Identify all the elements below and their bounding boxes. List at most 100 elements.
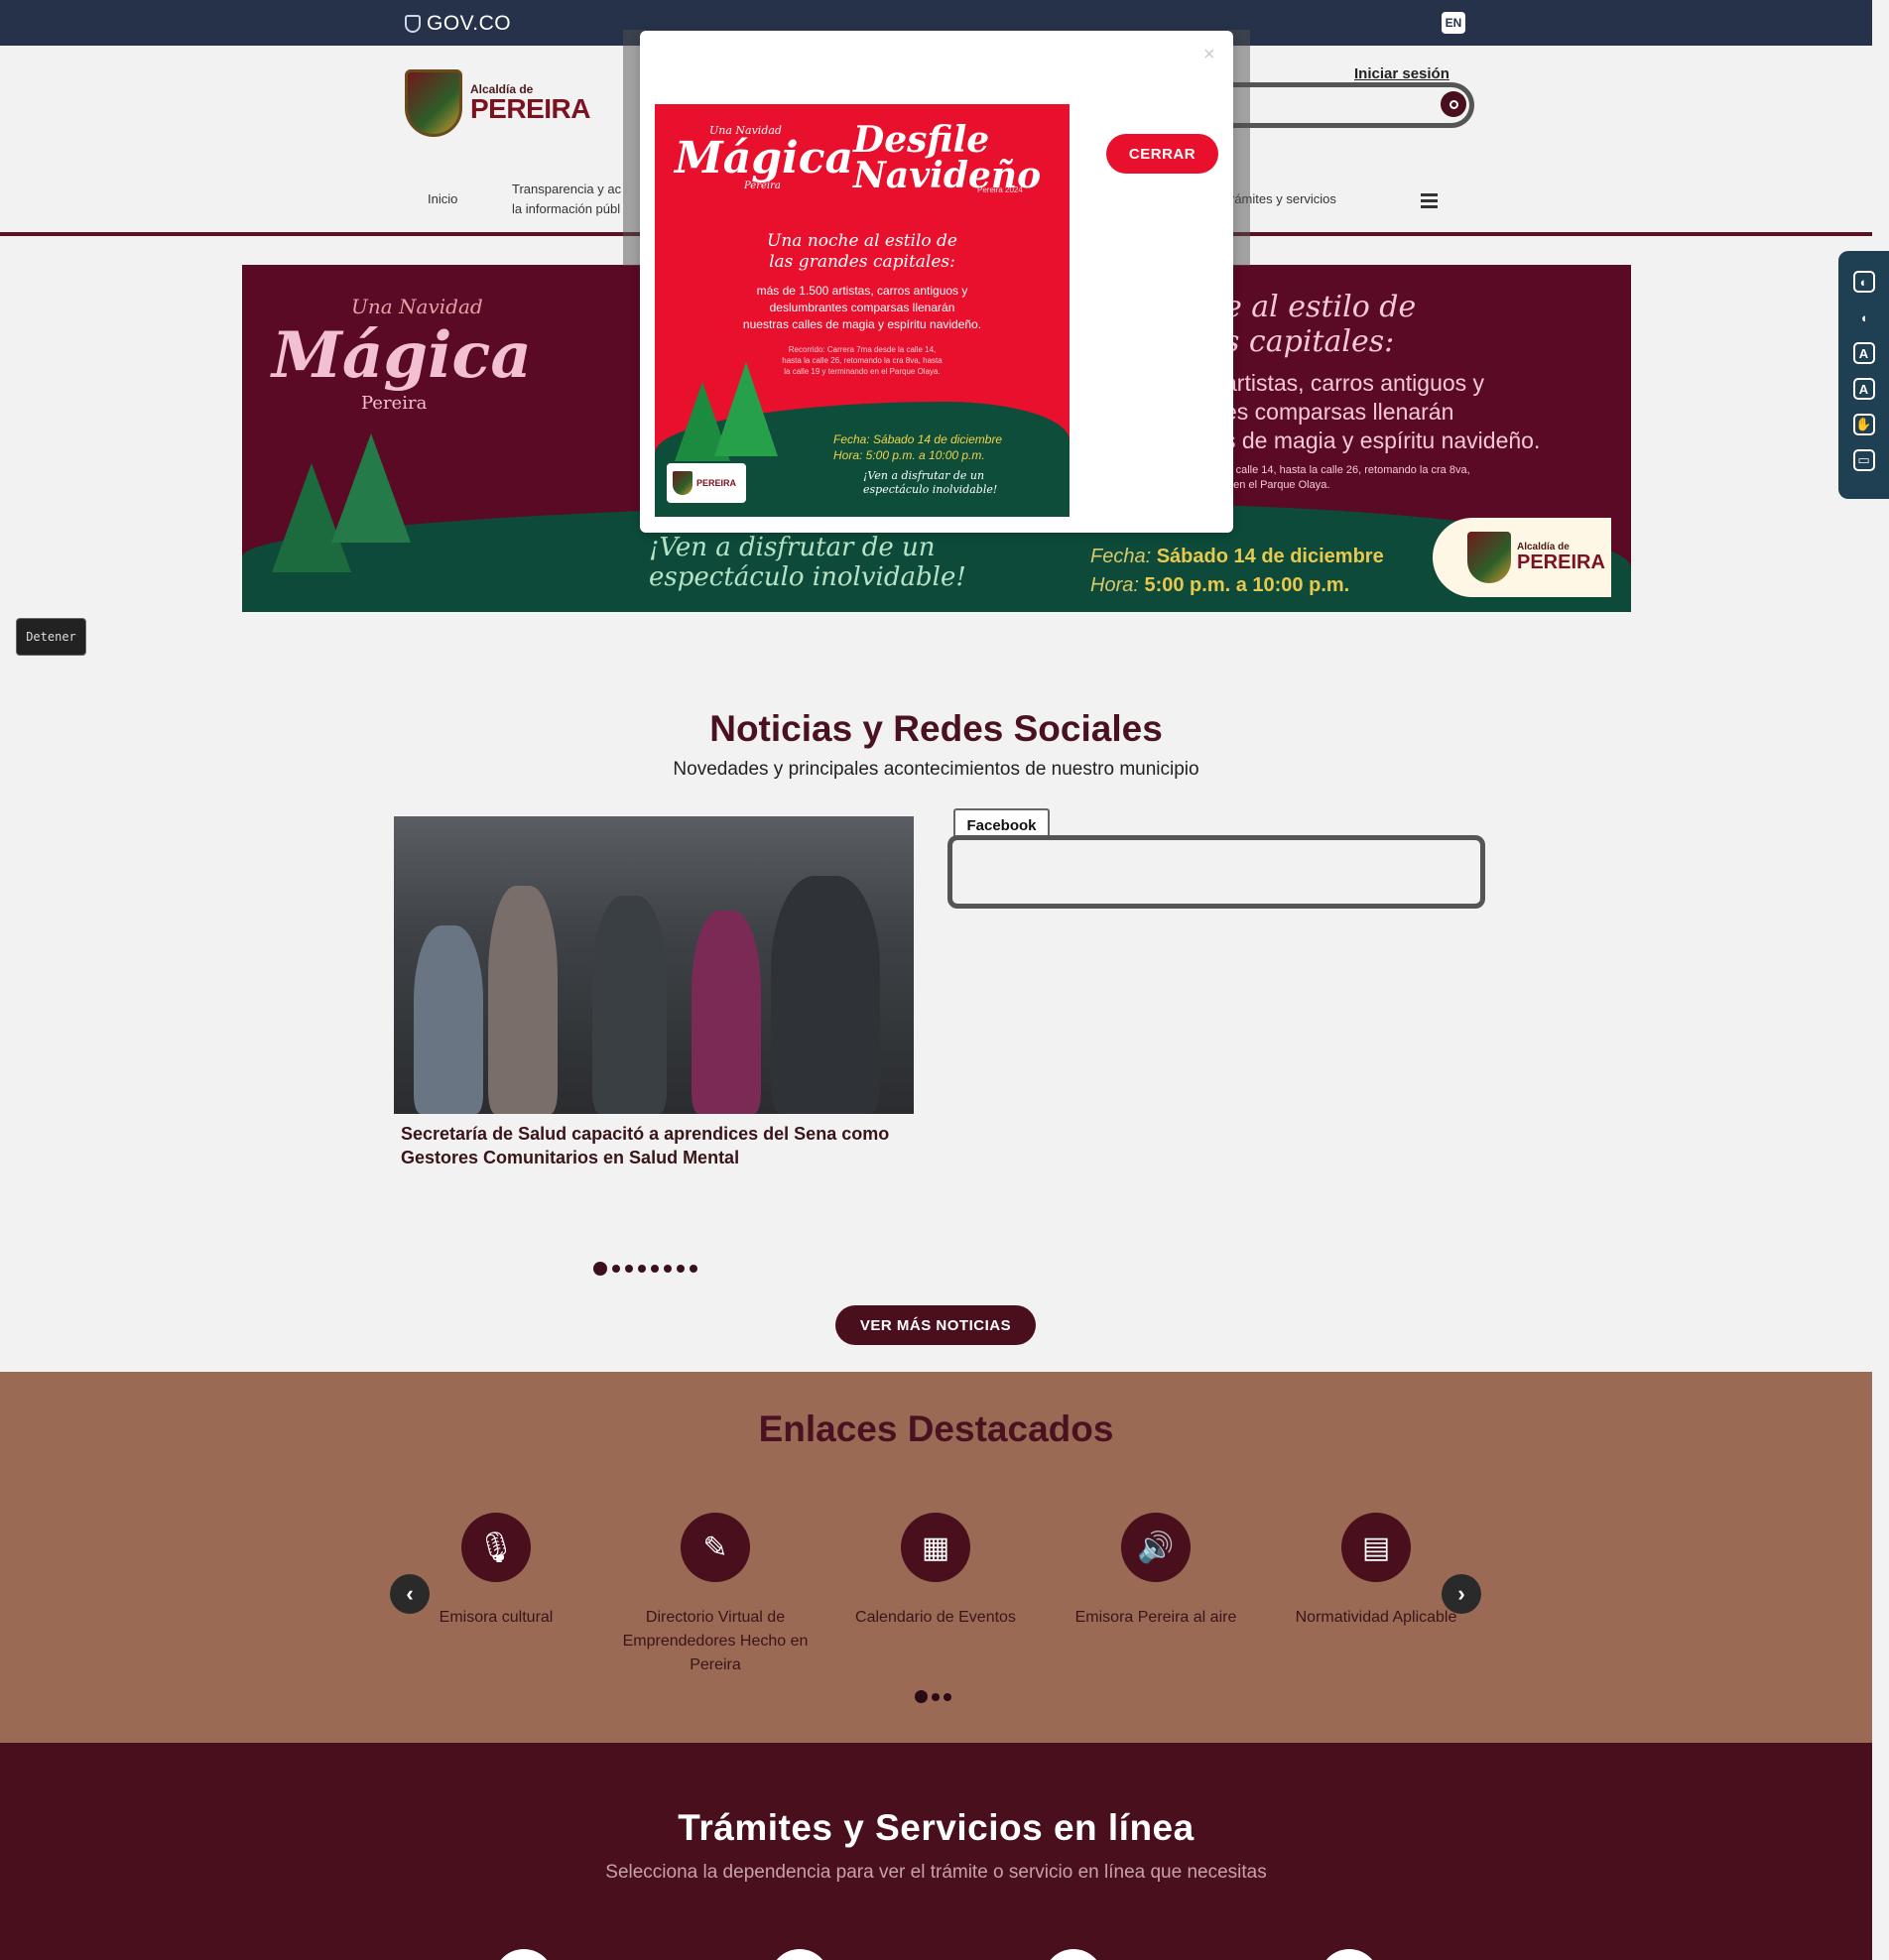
news-caption-link[interactable]: Secretaría de Salud capacitó a aprendice… — [401, 1122, 917, 1169]
banner-fecha: Fecha: Sábado 14 de diciembre Hora: 5:00… — [1090, 543, 1384, 600]
tramites-section — [0, 1743, 1872, 1960]
facebook-feed-box — [947, 835, 1485, 909]
banner-magica-bottom: Pereira — [361, 393, 428, 414]
nav-item-transparencia-line1: Transparencia y ac — [512, 182, 622, 196]
modal-close-icon[interactable]: × — [1203, 44, 1215, 66]
enlace-label: Emisora cultural — [439, 1609, 554, 1626]
carousel-dot[interactable] — [664, 1265, 672, 1273]
calendar-icon: ▦ — [901, 1513, 970, 1582]
microphone-icon: 🎙 — [461, 1513, 531, 1582]
banner-body: artistas, carros antiguos y es comparsas… — [1224, 369, 1540, 455]
enlace-emisora-pereira[interactable]: 🔊 Emisora Pereira al aire — [1057, 1513, 1255, 1630]
pereira-emblem-icon — [1467, 532, 1511, 583]
poster-body-2: deslumbrantes comparsas llenarán — [769, 301, 955, 314]
carousel-dot[interactable] — [944, 1692, 951, 1701]
poster-ven-2: espectáculo inolvidable! — [863, 483, 998, 496]
sign-language-icon[interactable]: ✋ — [1852, 414, 1875, 435]
poster-ven: ¡Ven a disfrutar de un espectáculo inolv… — [863, 469, 997, 497]
news-image[interactable] — [394, 816, 914, 1114]
carousel-dot[interactable] — [625, 1265, 633, 1273]
search-icon — [1448, 99, 1458, 109]
carousel-dot-active[interactable] — [915, 1690, 928, 1703]
poster-noche-1: Una noche al estilo de — [767, 231, 957, 251]
carousel-dot[interactable] — [638, 1265, 646, 1273]
carousel-dot[interactable] — [677, 1265, 685, 1273]
language-toggle-button[interactable]: EN — [1442, 12, 1465, 34]
enlace-label: Normatividad Aplicable — [1295, 1609, 1457, 1626]
poster-noche-2: las grandes capitales: — [769, 252, 955, 272]
poster-desfile: Desfile — [853, 119, 990, 161]
carousel-next-arrow-icon[interactable]: › — [1442, 1574, 1481, 1614]
dark-mode-icon[interactable]: ◖ — [1853, 306, 1875, 328]
stop-carousel-button[interactable]: Detener — [16, 618, 86, 656]
poster-sub: Pereira 2024 — [977, 185, 1023, 194]
volume-icon: 🔊 — [1121, 1513, 1191, 1582]
pereira-emblem-icon — [673, 471, 693, 495]
banner-headline-1: e al estilo de — [1224, 290, 1417, 324]
carousel-dot-active[interactable] — [593, 1262, 607, 1276]
gov-co-link[interactable]: GOV.CO — [405, 12, 511, 36]
carousel-dot[interactable] — [651, 1265, 659, 1273]
enlace-normatividad[interactable]: ▤ Normatividad Aplicable — [1277, 1513, 1475, 1630]
search-button[interactable] — [1441, 91, 1466, 117]
gov-co-label: GOV.CO — [427, 12, 512, 35]
carousel-dot[interactable] — [932, 1692, 940, 1701]
pereira-emblem-icon — [405, 69, 462, 137]
banner-route-1: la calle 14, hasta la calle 26, retomand… — [1224, 464, 1470, 476]
banner-hora-value: 5:00 p.m. a 10:00 p.m. — [1144, 574, 1350, 596]
contrast-icon[interactable]: ◐ — [1852, 271, 1875, 293]
poster-desfile-title: Desfile Navideño — [853, 122, 1041, 193]
poster-fecha-line: Fecha: Sábado 14 de diciembre — [833, 432, 1003, 446]
person-figure — [414, 925, 483, 1114]
news-section-subtitle: Novedades y principales acontecimientos … — [673, 759, 1199, 780]
nav-item-transparencia[interactable]: Transparencia y ac la información públ — [512, 180, 621, 219]
ver-mas-noticias-button[interactable]: VER MÁS NOTICIAS — [835, 1305, 1036, 1345]
poster-hora-line: Hora: 5:00 p.m. a 10:00 p.m. — [833, 448, 985, 462]
person-figure — [771, 876, 880, 1114]
menu-hamburger-icon[interactable] — [1421, 193, 1438, 211]
banner-route-2: o en el Parque Olaya. — [1224, 479, 1330, 491]
banner-headline-2: s capitales: — [1224, 324, 1395, 359]
banner-pereira-logo: Alcaldía de PEREIRA — [1433, 518, 1611, 597]
enlace-calendario-eventos[interactable]: ▦ Calendario de Eventos — [836, 1513, 1035, 1630]
enlace-label: Directorio Virtual de Emprendedores Hech… — [622, 1609, 809, 1673]
poster-magica-logo: Una Navidad Mágica Pereira — [675, 124, 853, 191]
person-figure — [488, 886, 558, 1114]
news-section-title: Noticias y Redes Sociales — [709, 708, 1163, 749]
reader-icon[interactable]: ▭ — [1852, 449, 1875, 471]
enlace-label: Calendario de Eventos — [855, 1609, 1016, 1626]
banner-route: la calle 14, hasta la calle 26, retomand… — [1224, 463, 1470, 493]
enlace-directorio-emprendedores[interactable]: ✎ Directorio Virtual de Emprendedores He… — [616, 1513, 815, 1677]
poster-fecha: Fecha: Sábado 14 de diciembre Hora: 5:00… — [833, 431, 1002, 463]
banner-body-1: artistas, carros antiguos y — [1224, 370, 1485, 396]
banner-hora-label: Hora: — [1090, 574, 1139, 596]
font-increase-icon[interactable]: A — [1852, 378, 1875, 400]
desfile-navideno-poster: Una Navidad Mágica Pereira Desfile Navid… — [655, 104, 1070, 517]
nav-item-inicio[interactable]: Inicio — [428, 189, 457, 209]
tramites-subtitle: Selecciona la dependencia para ver el tr… — [605, 1862, 1267, 1883]
carousel-dot[interactable] — [690, 1265, 697, 1273]
banner-body-3: s de magia y espíritu navideño. — [1224, 428, 1541, 453]
search-input[interactable] — [1230, 82, 1474, 128]
banner-fecha-value: Sábado 14 de diciembre — [1156, 546, 1384, 567]
carousel-dot[interactable] — [612, 1265, 620, 1273]
enlaces-title: Enlaces Destacados — [758, 1409, 1114, 1449]
poster-route-1: Recorrido: Carrera 7ma desde la calle 14… — [788, 345, 937, 354]
poster-pereira-logo: PEREIRA — [667, 463, 746, 503]
book-icon: ▤ — [1341, 1513, 1411, 1582]
enlace-emisora-cultural[interactable]: 🎙 Emisora cultural — [397, 1513, 595, 1630]
carousel-prev-arrow-icon[interactable]: ‹ — [390, 1574, 430, 1614]
cerrar-button[interactable]: CERRAR — [1106, 134, 1218, 174]
person-figure — [692, 911, 761, 1114]
enlaces-carousel-dots — [915, 1690, 951, 1703]
banner-ven: ¡Ven a disfrutar de un espectáculo inolv… — [649, 533, 966, 592]
nav-item-transparencia-line2: la información públ — [512, 201, 621, 216]
accessibility-bar: ◐ ◖ A A ✋ ▭ — [1838, 251, 1889, 499]
banner-headline: e al estilo de s capitales: — [1224, 290, 1416, 359]
site-logo[interactable]: Alcaldía de PEREIRA — [405, 69, 590, 137]
banner-ven-2: espectáculo inolvidable! — [649, 562, 966, 592]
login-link[interactable]: Iniciar sesión — [1354, 65, 1449, 82]
poster-ven-1: ¡Ven a disfrutar de un — [863, 469, 985, 482]
font-decrease-icon[interactable]: A — [1852, 342, 1875, 364]
poster-noche: Una noche al estilo de las grandes capit… — [655, 231, 1070, 273]
